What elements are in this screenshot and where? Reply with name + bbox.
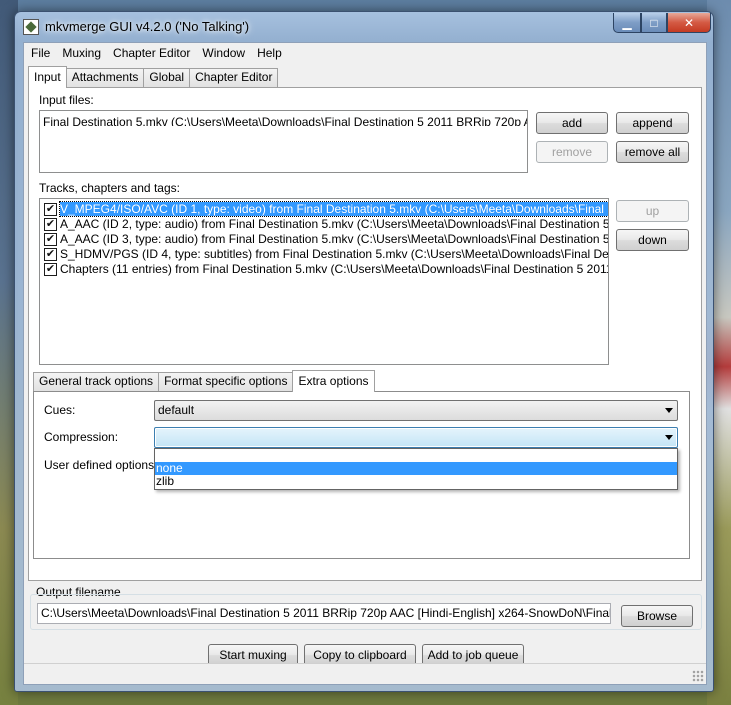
- track-row-audio-2[interactable]: ✔ A_AAC (ID 3, type: audio) from Final D…: [40, 232, 608, 247]
- status-bar: [24, 663, 706, 684]
- down-button[interactable]: down: [616, 229, 689, 251]
- browse-button[interactable]: Browse: [621, 605, 693, 627]
- track-checkbox[interactable]: ✔: [44, 263, 57, 276]
- track-row-audio-1[interactable]: ✔ A_AAC (ID 2, type: audio) from Final D…: [40, 217, 608, 232]
- main-tabs: Input Attachments Global Chapter Editor: [28, 66, 279, 88]
- track-label: V_MPEG4/ISO/AVC (ID 1, type: video) from…: [59, 201, 608, 217]
- compression-option-none[interactable]: none: [155, 462, 677, 475]
- remove-button[interactable]: remove: [536, 141, 608, 163]
- tab-global[interactable]: Global: [143, 68, 191, 87]
- app-icon[interactable]: [23, 19, 39, 35]
- track-checkbox[interactable]: ✔: [44, 248, 57, 261]
- tab-format-specific-options[interactable]: Format specific options: [158, 372, 294, 391]
- resize-grip-icon[interactable]: [692, 670, 704, 682]
- input-files-list[interactable]: Final Destination 5.mkv (C:\Users\Meeta\…: [39, 110, 528, 173]
- menu-help[interactable]: Help: [251, 44, 288, 63]
- track-checkbox[interactable]: ✔: [44, 218, 57, 231]
- add-button[interactable]: add: [536, 112, 608, 134]
- mkvmerge-window: mkvmerge GUI v4.2.0 ('No Talking') ▁ □ ✕…: [14, 11, 714, 692]
- track-row-chapters[interactable]: ✔ Chapters (11 entries) from Final Desti…: [40, 262, 608, 277]
- tab-extra-options[interactable]: Extra options: [292, 370, 375, 392]
- input-tab-panel: Input files: Final Destination 5.mkv (C:…: [28, 87, 702, 581]
- tab-general-track-options[interactable]: General track options: [33, 372, 160, 391]
- up-button[interactable]: up: [616, 200, 689, 222]
- user-defined-options-label: User defined options:: [44, 458, 158, 472]
- cues-label: Cues:: [44, 403, 76, 417]
- chevron-down-icon: [665, 408, 673, 413]
- tracks-label: Tracks, chapters and tags:: [39, 181, 180, 195]
- close-button[interactable]: ✕: [667, 13, 711, 33]
- title-bar[interactable]: mkvmerge GUI v4.2.0 ('No Talking') ▁ □ ✕: [15, 12, 713, 42]
- remove-all-button[interactable]: remove all: [616, 141, 689, 163]
- compression-option-zlib[interactable]: zlib: [155, 475, 677, 488]
- tab-input[interactable]: Input: [28, 66, 67, 88]
- window-title: mkvmerge GUI v4.2.0 ('No Talking'): [45, 19, 250, 34]
- menu-chapter-editor[interactable]: Chapter Editor: [107, 44, 196, 63]
- compression-label: Compression:: [44, 430, 119, 444]
- track-checkbox[interactable]: ✔: [44, 233, 57, 246]
- input-files-label: Input files:: [39, 93, 94, 107]
- menu-muxing[interactable]: Muxing: [56, 44, 107, 63]
- track-option-tabs: General track options Format specific op…: [33, 370, 375, 392]
- track-label: A_AAC (ID 3, type: audio) from Final Des…: [60, 232, 609, 246]
- chevron-down-icon: [665, 435, 673, 440]
- track-row-subtitles[interactable]: ✔ S_HDMV/PGS (ID 4, type: subtitles) fro…: [40, 247, 608, 262]
- client-area: File Muxing Chapter Editor Window Help I…: [23, 42, 707, 685]
- menu-file[interactable]: File: [25, 44, 56, 63]
- compression-select[interactable]: [154, 427, 678, 448]
- track-label: Chapters (11 entries) from Final Destina…: [60, 262, 608, 276]
- track-label: S_HDMV/PGS (ID 4, type: subtitles) from …: [60, 247, 609, 261]
- tracks-list[interactable]: ✔ V_MPEG4/ISO/AVC (ID 1, type: video) fr…: [39, 198, 609, 365]
- list-item[interactable]: Final Destination 5.mkv (C:\Users\Meeta\…: [40, 111, 527, 126]
- minimize-button[interactable]: ▁: [613, 13, 641, 33]
- menu-bar: File Muxing Chapter Editor Window Help: [24, 43, 706, 64]
- track-label: A_AAC (ID 2, type: audio) from Final Des…: [60, 217, 609, 231]
- track-checkbox[interactable]: ✔: [44, 203, 57, 216]
- menu-window[interactable]: Window: [196, 44, 251, 63]
- append-button[interactable]: append: [616, 112, 689, 134]
- cues-select[interactable]: default: [154, 400, 678, 421]
- cues-value: default: [158, 403, 195, 417]
- output-filename-input[interactable]: C:\Users\Meeta\Downloads\Final Destinati…: [37, 603, 611, 624]
- track-row-video[interactable]: ✔ V_MPEG4/ISO/AVC (ID 1, type: video) fr…: [40, 201, 608, 217]
- tab-attachments[interactable]: Attachments: [65, 68, 145, 87]
- compression-dropdown: none zlib: [154, 448, 678, 490]
- maximize-button[interactable]: □: [641, 13, 667, 33]
- extra-options-panel: Cues: default Compression: User defined …: [33, 391, 690, 559]
- tab-chapter-editor[interactable]: Chapter Editor: [189, 68, 279, 87]
